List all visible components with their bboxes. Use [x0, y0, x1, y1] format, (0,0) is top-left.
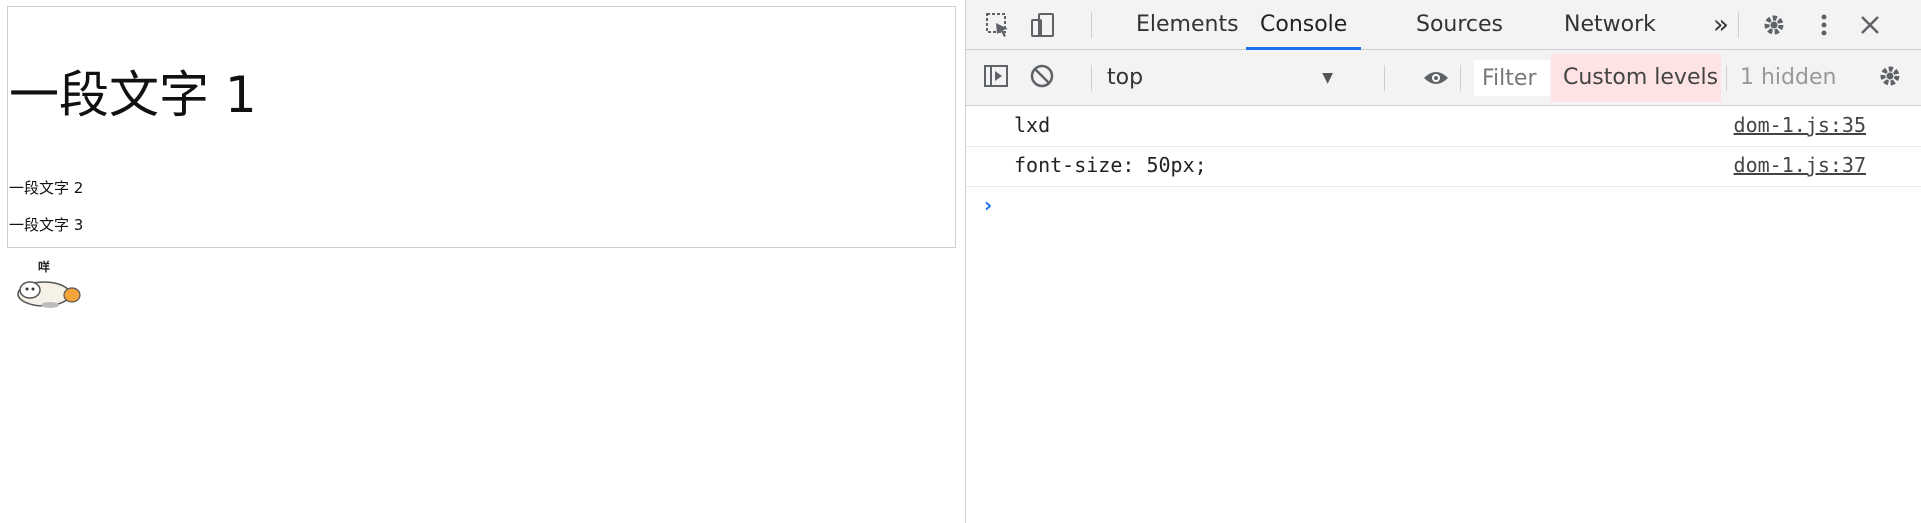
- devtools-tabbar: Elements Console Sources Network »: [966, 0, 1921, 50]
- inspect-element-icon[interactable]: [984, 11, 1012, 39]
- page-viewport: 一段文字 1 一段文字 2 一段文字 3 咩: [0, 0, 965, 523]
- dropdown-arrow-icon: ▼: [1322, 70, 1333, 86]
- tabbar-separator: [1738, 12, 1739, 38]
- message-source-link[interactable]: dom-1.js:35: [1734, 113, 1866, 137]
- context-select[interactable]: top ▼: [1101, 60, 1341, 96]
- filter-input[interactable]: Filter: [1474, 60, 1550, 96]
- console-message: font-size: 50px; dom-1.js:37: [966, 147, 1921, 187]
- more-tabs-button[interactable]: »: [1699, 0, 1743, 50]
- message-source-link[interactable]: dom-1.js:37: [1734, 153, 1866, 177]
- toolbar-separator: [1091, 65, 1092, 91]
- log-levels-dropdown[interactable]: Custom levels ▾: [1551, 54, 1721, 102]
- more-options-icon[interactable]: [1810, 11, 1838, 39]
- tab-network[interactable]: Network: [1550, 0, 1670, 50]
- context-value: top: [1107, 65, 1144, 90]
- console-settings-gear-icon[interactable]: [1876, 62, 1904, 90]
- paragraph-text-2: 一段文字 2: [9, 179, 84, 197]
- sticker-caption: 咩: [38, 260, 51, 274]
- device-toolbar-icon[interactable]: [1028, 11, 1056, 39]
- message-text: font-size: 50px;: [1014, 153, 1207, 177]
- tab-sources[interactable]: Sources: [1402, 0, 1517, 50]
- message-text: lxd: [1014, 113, 1051, 137]
- console-prompt[interactable]: ›: [966, 187, 1921, 227]
- toolbar-separator: [1460, 65, 1461, 91]
- devtools-panel: Elements Console Sources Network » top ▼…: [965, 0, 1921, 523]
- console-toolbar: top ▼ Filter Custom levels ▾ 1 hidden: [966, 50, 1921, 106]
- settings-gear-icon[interactable]: [1760, 11, 1788, 39]
- toolbar-separator: [1384, 65, 1385, 91]
- console-message: lxd dom-1.js:35: [966, 107, 1921, 147]
- console-messages: lxd dom-1.js:35 font-size: 50px; dom-1.j…: [966, 107, 1921, 227]
- content-box: 一段文字 1 一段文字 2 一段文字 3: [7, 6, 956, 248]
- live-expression-eye-icon[interactable]: [1422, 64, 1450, 92]
- paragraph-text-3: 一段文字 3: [9, 216, 84, 234]
- hidden-messages-count: 1 hidden: [1740, 65, 1837, 90]
- tabbar-separator: [1091, 12, 1092, 38]
- clear-console-icon[interactable]: [1028, 62, 1056, 90]
- toolbar-separator: [1726, 65, 1727, 91]
- prompt-chevron-icon: ›: [984, 193, 993, 217]
- tab-console[interactable]: Console: [1246, 0, 1362, 50]
- tab-elements[interactable]: Elements: [1122, 0, 1253, 50]
- sheep-sticker-image: 咩: [10, 258, 84, 313]
- heading-text-1: 一段文字 1: [9, 66, 257, 124]
- sidebar-toggle-icon[interactable]: [982, 62, 1010, 90]
- close-icon[interactable]: [1856, 11, 1884, 39]
